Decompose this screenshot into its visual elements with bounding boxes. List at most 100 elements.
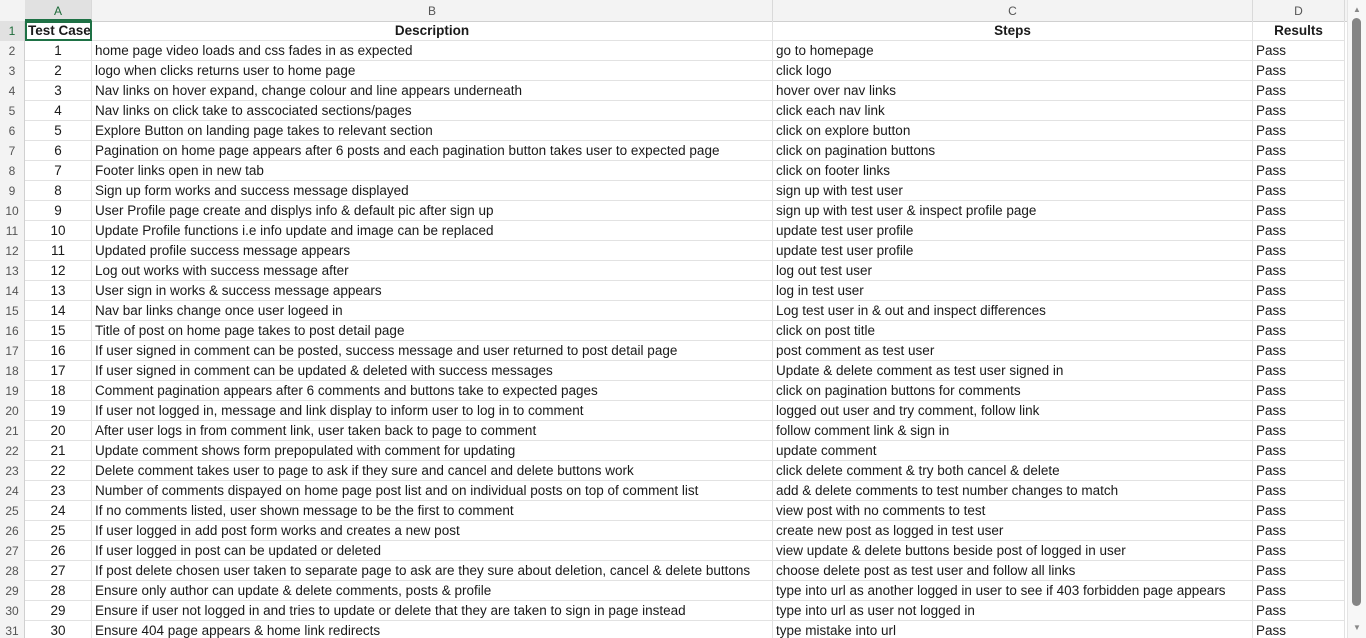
scroll-up-icon[interactable]: ▲: [1348, 3, 1366, 17]
header-cell-description[interactable]: Description: [92, 21, 773, 41]
steps-cell[interactable]: hover over nav links: [773, 81, 1253, 101]
results-cell[interactable]: Pass: [1253, 281, 1345, 301]
steps-cell[interactable]: click delete comment & try both cancel &…: [773, 461, 1253, 481]
steps-cell[interactable]: log in test user: [773, 281, 1253, 301]
steps-cell[interactable]: create new post as logged in test user: [773, 521, 1253, 541]
results-cell[interactable]: Pass: [1253, 401, 1345, 421]
test-case-cell[interactable]: 12: [25, 261, 92, 281]
test-case-cell[interactable]: 24: [25, 501, 92, 521]
results-cell[interactable]: Pass: [1253, 421, 1345, 441]
description-cell[interactable]: logo when clicks returns user to home pa…: [92, 61, 773, 81]
description-cell[interactable]: home page video loads and css fades in a…: [92, 41, 773, 61]
steps-cell[interactable]: follow comment link & sign in: [773, 421, 1253, 441]
description-cell[interactable]: Log out works with success message after: [92, 261, 773, 281]
steps-cell[interactable]: click on footer links: [773, 161, 1253, 181]
row-number[interactable]: 24: [0, 481, 25, 501]
row-number[interactable]: 2: [0, 41, 25, 61]
row-number[interactable]: 23: [0, 461, 25, 481]
description-cell[interactable]: If user logged in post can be updated or…: [92, 541, 773, 561]
steps-cell[interactable]: update comment: [773, 441, 1253, 461]
row-number[interactable]: 22: [0, 441, 25, 461]
steps-cell[interactable]: click logo: [773, 61, 1253, 81]
results-cell[interactable]: Pass: [1253, 81, 1345, 101]
row-number[interactable]: 11: [0, 221, 25, 241]
results-cell[interactable]: Pass: [1253, 141, 1345, 161]
test-case-cell[interactable]: 19: [25, 401, 92, 421]
steps-cell[interactable]: type into url as user not logged in: [773, 601, 1253, 621]
description-cell[interactable]: Ensure 404 page appears & home link redi…: [92, 621, 773, 638]
results-cell[interactable]: Pass: [1253, 361, 1345, 381]
description-cell[interactable]: User Profile page create and displys inf…: [92, 201, 773, 221]
steps-cell[interactable]: update test user profile: [773, 241, 1253, 261]
steps-cell[interactable]: logged out user and try comment, follow …: [773, 401, 1253, 421]
row-number[interactable]: 5: [0, 101, 25, 121]
steps-cell[interactable]: view post with no comments to test: [773, 501, 1253, 521]
description-cell[interactable]: Nav links on click take to asscociated s…: [92, 101, 773, 121]
test-case-cell[interactable]: 8: [25, 181, 92, 201]
steps-cell[interactable]: go to homepage: [773, 41, 1253, 61]
row-number[interactable]: 29: [0, 581, 25, 601]
steps-cell[interactable]: click on post title: [773, 321, 1253, 341]
test-case-cell[interactable]: 16: [25, 341, 92, 361]
steps-cell[interactable]: log out test user: [773, 261, 1253, 281]
header-cell-results[interactable]: Results: [1253, 21, 1345, 41]
steps-cell[interactable]: Log test user in & out and inspect diffe…: [773, 301, 1253, 321]
row-number[interactable]: 8: [0, 161, 25, 181]
results-cell[interactable]: Pass: [1253, 601, 1345, 621]
row-number[interactable]: 10: [0, 201, 25, 221]
row-number[interactable]: 16: [0, 321, 25, 341]
description-cell[interactable]: Pagination on home page appears after 6 …: [92, 141, 773, 161]
results-cell[interactable]: Pass: [1253, 181, 1345, 201]
row-number[interactable]: 4: [0, 81, 25, 101]
steps-cell[interactable]: view update & delete buttons beside post…: [773, 541, 1253, 561]
description-cell[interactable]: Explore Button on landing page takes to …: [92, 121, 773, 141]
row-number[interactable]: 27: [0, 541, 25, 561]
results-cell[interactable]: Pass: [1253, 521, 1345, 541]
test-case-cell[interactable]: 1: [25, 41, 92, 61]
steps-cell[interactable]: sign up with test user & inspect profile…: [773, 201, 1253, 221]
test-case-cell[interactable]: 27: [25, 561, 92, 581]
steps-cell[interactable]: type mistake into url: [773, 621, 1253, 638]
test-case-cell[interactable]: 26: [25, 541, 92, 561]
results-cell[interactable]: Pass: [1253, 321, 1345, 341]
results-cell[interactable]: Pass: [1253, 101, 1345, 121]
column-header-b[interactable]: B: [92, 0, 773, 21]
results-cell[interactable]: Pass: [1253, 541, 1345, 561]
scroll-thumb[interactable]: [1352, 18, 1361, 606]
results-cell[interactable]: Pass: [1253, 61, 1345, 81]
description-cell[interactable]: If user signed in comment can be posted,…: [92, 341, 773, 361]
results-cell[interactable]: Pass: [1253, 121, 1345, 141]
results-cell[interactable]: Pass: [1253, 341, 1345, 361]
row-number[interactable]: 19: [0, 381, 25, 401]
description-cell[interactable]: If user not logged in, message and link …: [92, 401, 773, 421]
description-cell[interactable]: Update comment shows form prepopulated w…: [92, 441, 773, 461]
steps-cell[interactable]: choose delete post as test user and foll…: [773, 561, 1253, 581]
test-case-cell[interactable]: 25: [25, 521, 92, 541]
description-cell[interactable]: Title of post on home page takes to post…: [92, 321, 773, 341]
test-case-cell[interactable]: 6: [25, 141, 92, 161]
row-number[interactable]: 14: [0, 281, 25, 301]
row-number[interactable]: 6: [0, 121, 25, 141]
results-cell[interactable]: Pass: [1253, 41, 1345, 61]
steps-cell[interactable]: update test user profile: [773, 221, 1253, 241]
row-number[interactable]: 9: [0, 181, 25, 201]
row-number[interactable]: 7: [0, 141, 25, 161]
steps-cell[interactable]: add & delete comments to test number cha…: [773, 481, 1253, 501]
column-header-a[interactable]: A: [25, 0, 92, 21]
row-number[interactable]: 31: [0, 621, 25, 638]
results-cell[interactable]: Pass: [1253, 461, 1345, 481]
results-cell[interactable]: Pass: [1253, 161, 1345, 181]
test-case-cell[interactable]: 18: [25, 381, 92, 401]
results-cell[interactable]: Pass: [1253, 561, 1345, 581]
column-header-c[interactable]: C: [773, 0, 1253, 21]
test-case-cell[interactable]: 17: [25, 361, 92, 381]
row-number[interactable]: 18: [0, 361, 25, 381]
test-case-cell[interactable]: 21: [25, 441, 92, 461]
results-cell[interactable]: Pass: [1253, 201, 1345, 221]
scroll-down-icon[interactable]: ▼: [1348, 621, 1366, 635]
test-case-cell[interactable]: 30: [25, 621, 92, 638]
vertical-scrollbar[interactable]: ▲ ▼: [1347, 0, 1366, 638]
description-cell[interactable]: If user signed in comment can be updated…: [92, 361, 773, 381]
description-cell[interactable]: Update Profile functions i.e info update…: [92, 221, 773, 241]
row-number[interactable]: 17: [0, 341, 25, 361]
